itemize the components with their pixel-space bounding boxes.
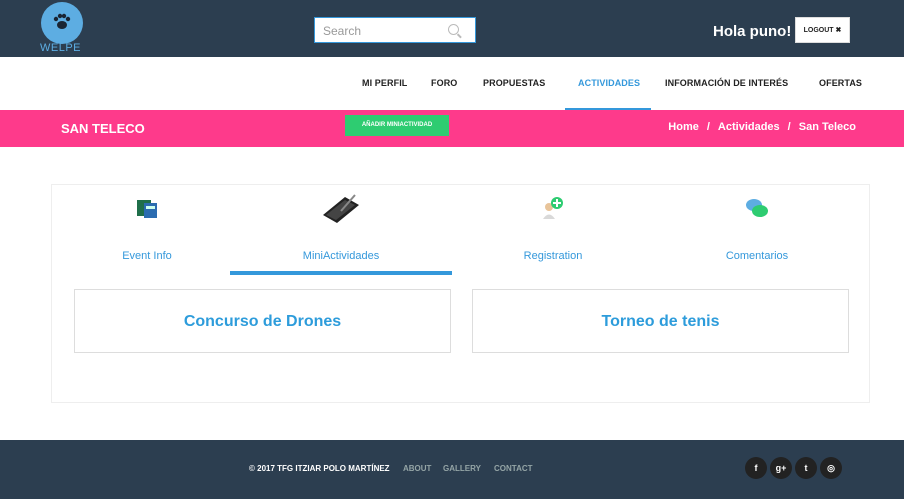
activity-card[interactable]: Torneo de tenis xyxy=(472,289,849,353)
breadcrumb-current: San Teleco xyxy=(798,121,856,133)
nav-item-propuestas[interactable]: PROPUESTAS xyxy=(483,78,545,88)
copyright-text: © 2017 TFG ITZIAR POLO MARTÍNEZ xyxy=(249,464,390,473)
tab-miniactividades[interactable]: MiniActividades xyxy=(261,185,421,275)
add-miniactividad-button[interactable]: AÑADIR MINIACTIVIDAD xyxy=(345,115,449,136)
page-banner: SAN TELECO AÑADIR MINIACTIVIDAD Home / Act… xyxy=(0,110,904,147)
footer-link-contact[interactable]: CONTACT xyxy=(494,464,533,473)
breadcrumb-home[interactable]: Home xyxy=(668,121,699,133)
twitter-icon[interactable]: t xyxy=(795,457,817,479)
event-card: Event Info MiniActividades Registration … xyxy=(51,184,870,403)
breadcrumb-actividades[interactable]: Actividades xyxy=(718,121,780,133)
tab-label: Comentarios xyxy=(725,250,789,262)
greeting-text: Hola puno! xyxy=(713,23,792,40)
footer-link-about[interactable]: ABOUT xyxy=(403,464,431,473)
breadcrumb-separator: / xyxy=(787,121,791,133)
tab-comentarios[interactable]: Comentarios xyxy=(677,185,837,275)
nav-item-mi-perfil[interactable]: MI PERFIL xyxy=(362,78,407,88)
logo-text: WELPE xyxy=(40,42,82,54)
footer-link-gallery[interactable]: GALLERY xyxy=(443,464,481,473)
chat-bubbles-icon xyxy=(746,199,768,217)
tab-registration[interactable]: Registration xyxy=(473,185,633,275)
nav-item-ofertas[interactable]: OFERTAS xyxy=(819,78,862,88)
pen-tablet-icon xyxy=(323,194,359,223)
event-info-icon xyxy=(137,200,157,218)
google-plus-icon[interactable]: g+ xyxy=(770,457,792,479)
page-title: SAN TELECO xyxy=(61,121,145,136)
activity-card[interactable]: Concurso de Drones xyxy=(74,289,451,353)
nav-item-actividades[interactable]: ACTIVIDADES xyxy=(578,78,640,88)
search-input[interactable]: Search xyxy=(314,17,476,43)
tab-label: Registration xyxy=(523,250,583,262)
active-tab-indicator xyxy=(230,271,452,275)
footer: © 2017 TFG ITZIAR POLO MARTÍNEZ ABOUT GA… xyxy=(0,440,904,499)
add-user-icon xyxy=(543,197,563,219)
tab-label: Event Info xyxy=(122,250,172,262)
activity-title[interactable]: Torneo de tenis xyxy=(473,290,848,354)
paw-icon xyxy=(53,13,71,29)
breadcrumb-separator: / xyxy=(706,121,710,133)
dribbble-icon[interactable]: ◎ xyxy=(820,457,842,479)
breadcrumb: Home / Actividades / San Teleco xyxy=(664,121,860,133)
search-placeholder: Search xyxy=(323,24,362,38)
top-bar: WELPE Search Hola puno! LOGOUT ✖ xyxy=(0,0,904,57)
tab-event-info[interactable]: Event Info xyxy=(67,185,227,275)
facebook-icon[interactable]: f xyxy=(745,457,767,479)
activity-title[interactable]: Concurso de Drones xyxy=(75,290,450,354)
nav-item-foro[interactable]: FORO xyxy=(431,78,457,88)
main-nav: MI PERFIL FORO PROPUESTAS ACTIVIDADES IN… xyxy=(0,57,904,110)
nav-item-informacion[interactable]: INFORMACIÓN DE INTERÉS xyxy=(665,78,788,88)
logout-button[interactable]: LOGOUT ✖ xyxy=(795,17,850,43)
tab-label: MiniActividades xyxy=(302,250,380,262)
search-icon[interactable] xyxy=(448,24,459,35)
logo[interactable] xyxy=(41,2,83,44)
